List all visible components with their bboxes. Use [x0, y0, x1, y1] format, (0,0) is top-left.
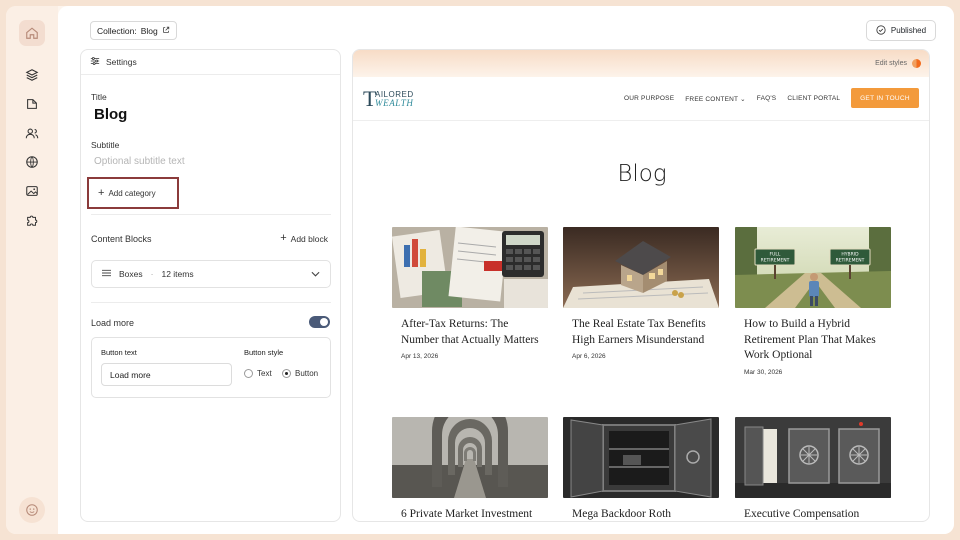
add-category-button[interactable]: + Add category: [87, 177, 179, 209]
crossroads-image: FULL RETIREMENT HYBRID RETIREMENT: [735, 227, 891, 308]
title-label: Title: [91, 92, 107, 102]
radio-button-label: Button: [295, 369, 319, 378]
blog-card[interactable]: Executive Compensation Planning: 6: [735, 417, 891, 521]
main-area: Collection: Blog Published Settings Titl…: [58, 6, 954, 534]
tailored-wealth-logo[interactable]: T AILORED WEALTH: [363, 86, 433, 111]
image-icon[interactable]: [19, 178, 45, 204]
load-more-settings: Button text Load more Button style Text …: [91, 337, 331, 398]
vault-doors-image: [735, 417, 891, 498]
add-block-button[interactable]: + Add block: [280, 233, 328, 244]
radio-text-label: Text: [257, 369, 272, 378]
site-header: T AILORED WEALTH OUR PURPOSE FREE CONTEN…: [353, 77, 929, 121]
radio-button[interactable]: Button: [282, 369, 318, 378]
nav-client-portal[interactable]: CLIENT PORTAL: [787, 95, 840, 103]
style-swatch-icon[interactable]: [912, 59, 921, 68]
smiley-icon[interactable]: [19, 497, 45, 523]
content-blocks-label: Content Blocks: [91, 234, 152, 244]
nav-free-content[interactable]: FREE CONTENT ⌄: [685, 95, 746, 103]
published-button[interactable]: Published: [866, 20, 936, 41]
tax-documents-image: [392, 227, 548, 308]
settings-panel: Settings Title Blog Subtitle Optional su…: [80, 49, 341, 522]
post-title[interactable]: Mega Backdoor Roth Strategy: How to Use …: [563, 507, 719, 521]
sliders-icon: [90, 56, 100, 68]
separator-dot: ·: [150, 269, 154, 279]
button-text-input[interactable]: Load more: [101, 363, 232, 386]
pages-icon[interactable]: [19, 91, 45, 117]
collection-name: Blog: [140, 25, 158, 36]
post-title[interactable]: Executive Compensation Planning: 6: [735, 507, 891, 521]
site-preview: Edit styles T AILORED WEALTH OUR PURPOSE…: [352, 49, 930, 522]
radio-circle-selected: [282, 369, 291, 378]
left-rail: [6, 6, 58, 534]
drag-handle-icon[interactable]: [102, 269, 111, 279]
load-more-label: Load more: [91, 318, 135, 328]
divider: [91, 214, 331, 215]
published-label: Published: [890, 26, 927, 35]
blog-card[interactable]: The Real Estate Tax Benefits High Earner…: [563, 227, 719, 360]
preview-toolbar: Edit styles: [353, 50, 929, 77]
add-block-label: Add block: [290, 233, 328, 244]
logo-bottom-text: WEALTH: [375, 98, 413, 108]
users-icon[interactable]: [19, 120, 45, 146]
button-style-label: Button style: [244, 348, 284, 357]
title-input[interactable]: Blog: [94, 106, 127, 123]
check-circle-icon: [876, 24, 886, 37]
chevron-down-icon: ⌄: [740, 96, 746, 103]
divider: [91, 302, 331, 303]
subtitle-input[interactable]: Optional subtitle text: [94, 156, 185, 167]
post-title[interactable]: 6 Private Market Investment Questions to…: [392, 507, 548, 521]
collection-label: Collection:: [97, 25, 137, 36]
button-text-label: Button text: [101, 348, 137, 357]
radio-circle: [244, 369, 253, 378]
svg-text:HYBRID: HYBRID: [841, 252, 859, 258]
blog-card[interactable]: After-Tax Returns: The Number that Actua…: [392, 227, 548, 360]
site-nav-links: OUR PURPOSE FREE CONTENT ⌄ FAQ'S CLIENT …: [624, 95, 840, 103]
plus-icon: +: [98, 186, 105, 199]
post-date: Apr 6, 2026: [572, 353, 606, 360]
post-title[interactable]: How to Build a Hybrid Retirement Plan Th…: [735, 317, 891, 364]
puzzle-icon[interactable]: [19, 207, 45, 233]
edit-styles-label[interactable]: Edit styles: [875, 60, 907, 67]
add-category-label: Add category: [108, 188, 156, 198]
plus-icon: +: [280, 232, 287, 244]
blog-card[interactable]: Mega Backdoor Roth Strategy: How to Use …: [563, 417, 719, 521]
get-in-touch-button[interactable]: GET IN TOUCH: [851, 88, 919, 108]
post-date: Mar 30, 2026: [744, 368, 783, 376]
nav-faqs[interactable]: FAQ'S: [757, 95, 777, 103]
collection-breadcrumb[interactable]: Collection: Blog: [90, 21, 177, 40]
blog-card[interactable]: 6 Private Market Investment Questions to…: [392, 417, 548, 521]
settings-header: Settings: [81, 50, 340, 75]
vault-open-image: [563, 417, 719, 498]
svg-text:RETIREMENT: RETIREMENT: [761, 258, 790, 264]
radio-text[interactable]: Text: [244, 369, 272, 378]
post-title[interactable]: The Real Estate Tax Benefits High Earner…: [563, 317, 719, 348]
content-block-boxes[interactable]: Boxes · 12 items: [91, 260, 331, 288]
post-date: Apr 13, 2026: [401, 353, 439, 360]
load-more-toggle[interactable]: [309, 316, 330, 328]
post-title[interactable]: After-Tax Returns: The Number that Actua…: [392, 317, 548, 348]
chevron-down-icon[interactable]: [311, 269, 320, 279]
home-icon[interactable]: [19, 20, 45, 46]
globe-icon[interactable]: [19, 149, 45, 175]
blog-card[interactable]: FULL RETIREMENT HYBRID RETIREMENT How to…: [735, 227, 891, 376]
subtitle-label: Subtitle: [91, 140, 120, 150]
nav-our-purpose[interactable]: OUR PURPOSE: [624, 95, 674, 103]
svg-text:RETIREMENT: RETIREMENT: [836, 258, 865, 264]
house-model-image: [563, 227, 719, 308]
block-name: Boxes: [119, 269, 143, 279]
svg-text:FULL: FULL: [770, 252, 781, 258]
nav-free-content-label: FREE CONTENT: [685, 96, 739, 103]
blog-heading: Blog: [617, 161, 667, 187]
settings-title: Settings: [106, 57, 137, 67]
app-window: Collection: Blog Published Settings Titl…: [6, 6, 954, 534]
external-link-icon[interactable]: [162, 26, 170, 36]
block-count: 12 items: [161, 269, 194, 279]
archway-corridor-image: [392, 417, 548, 498]
layers-icon[interactable]: [19, 62, 45, 88]
